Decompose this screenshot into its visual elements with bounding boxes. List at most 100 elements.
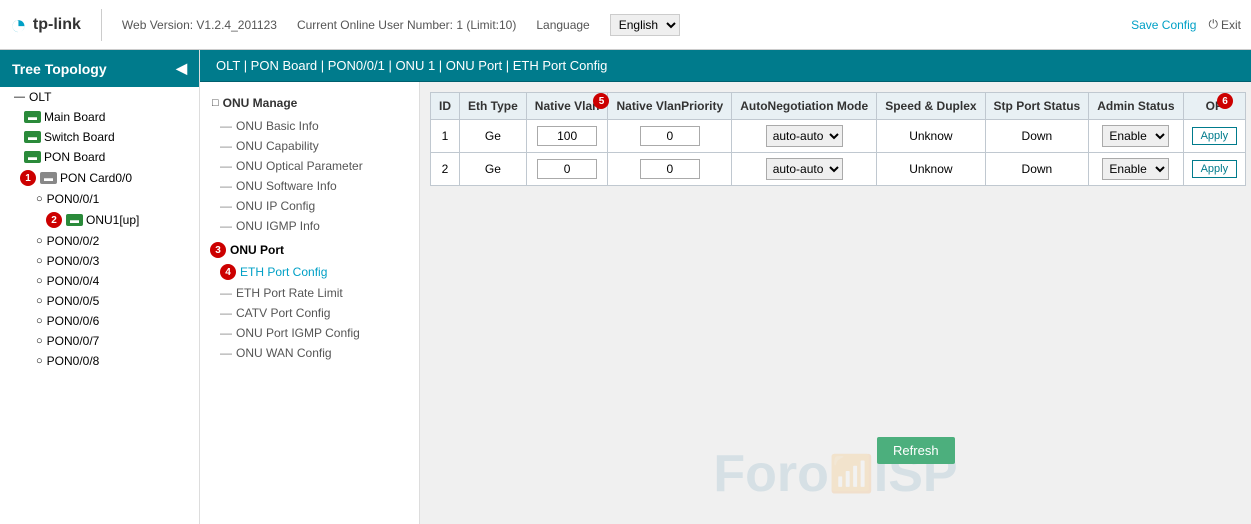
- col-id: ID: [431, 93, 460, 120]
- save-config-button[interactable]: Save Config: [1131, 18, 1196, 32]
- topbar-info: Web Version: V1.2.4_201123 Current Onlin…: [102, 14, 1131, 36]
- badge-6: 6: [1217, 93, 1233, 109]
- row1-vlan-priority-input[interactable]: [640, 126, 700, 146]
- dash-icon: ○: [36, 235, 43, 247]
- nav-catv-port[interactable]: ―CATV Port Config: [200, 303, 419, 323]
- dash-icon-7: ○: [36, 335, 43, 347]
- row2-eth-type: Ge: [460, 153, 527, 186]
- row2-auto-nego[interactable]: auto-auto 100-full 100-half 10-full 10-h…: [732, 153, 877, 186]
- sidebar-item-pon008[interactable]: ○ PON0/0/8: [0, 351, 199, 371]
- power-icon: ⏻: [1208, 17, 1218, 32]
- sidebar-item-pon003[interactable]: ○ PON0/0/3: [0, 251, 199, 271]
- logo-text: tp-link: [33, 16, 81, 34]
- sidebar-item-pon004[interactable]: ○ PON0/0/4: [0, 271, 199, 291]
- badge-2: 2: [46, 212, 62, 228]
- board-icon: ▬: [24, 111, 41, 123]
- sidebar-item-switch-board[interactable]: ▬ Switch Board: [0, 127, 199, 147]
- row1-admin-status[interactable]: Enable Disable: [1089, 120, 1183, 153]
- col-admin-status: Admin Status: [1089, 93, 1183, 120]
- watermark-wifi-icon: 📶: [829, 453, 874, 495]
- content-area: OLT | PON Board | PON0/0/1 | ONU 1 | ONU…: [200, 50, 1251, 524]
- row2-speed-duplex: Unknow: [877, 153, 985, 186]
- exit-button[interactable]: ⏻ Exit: [1208, 17, 1241, 32]
- row1-admin-select[interactable]: Enable Disable: [1102, 125, 1169, 147]
- table-row: 1 Ge auto-auto 100-full: [431, 120, 1246, 153]
- nav-onu-capability[interactable]: ―ONU Capability: [200, 136, 419, 156]
- expand-icon: ○: [36, 193, 43, 205]
- dash-icon-3: ○: [36, 255, 43, 267]
- row2-auto-nego-select[interactable]: auto-auto 100-full 100-half 10-full 10-h…: [766, 158, 843, 180]
- row1-native-vlan[interactable]: [526, 120, 608, 153]
- sidebar-title: Tree Topology: [12, 61, 107, 77]
- sidebar-item-onu1[interactable]: 2 ▬ ONU1[up]: [0, 209, 199, 231]
- row2-vlan-priority-input[interactable]: [640, 159, 700, 179]
- onu-port-section[interactable]: 3 ONU Port: [200, 236, 419, 261]
- nav-onu-wan[interactable]: ―ONU WAN Config: [200, 343, 419, 363]
- sidebar-item-pon007[interactable]: ○ PON0/0/7: [0, 331, 199, 351]
- nav-onu-optical[interactable]: ―ONU Optical Parameter: [200, 156, 419, 176]
- dash-icon-4: ○: [36, 275, 43, 287]
- nav-eth-port-rate[interactable]: ―ETH Port Rate Limit: [200, 283, 419, 303]
- onu-manage-label: ONU Manage: [223, 96, 298, 110]
- nav-eth-port-config[interactable]: 4 ETH Port Config: [200, 261, 419, 283]
- expand-icon: □: [212, 97, 219, 109]
- sidebar-item-pon-board[interactable]: ▬ PON Board: [0, 147, 199, 167]
- dash-icon-8: ○: [36, 355, 43, 367]
- col-native-vlan-priority: Native VlanPriority: [608, 93, 732, 120]
- dash-icon-6: ○: [36, 315, 43, 327]
- sidebar-item-pon005[interactable]: ○ PON0/0/5: [0, 291, 199, 311]
- nav-onu-ip[interactable]: ―ONU IP Config: [200, 196, 419, 216]
- row2-native-vlan-input[interactable]: [537, 159, 597, 179]
- refresh-button[interactable]: Refresh: [877, 437, 955, 464]
- onu-manage-section[interactable]: □ ONU Manage: [200, 90, 419, 116]
- watermark-foro: Foro: [713, 444, 829, 504]
- sidebar-item-pon006[interactable]: ○ PON0/0/6: [0, 311, 199, 331]
- col-eth-type: Eth Type: [460, 93, 527, 120]
- switch-icon: ▬: [24, 131, 41, 143]
- language-select[interactable]: English: [610, 14, 680, 36]
- sidebar-item-olt[interactable]: — OLT: [0, 87, 199, 107]
- pon-card-icon: ▬: [40, 172, 57, 184]
- onu-up-icon: ▬: [66, 214, 83, 226]
- row2-apply-button[interactable]: Apply: [1192, 160, 1238, 178]
- eth-port-config-table: ID Eth Type Native Vlan 5 Native VlanPri…: [430, 92, 1246, 186]
- onu-port-label: ONU Port: [230, 243, 284, 257]
- sidebar-collapse-button[interactable]: ◀: [176, 60, 187, 77]
- badge-4: 4: [220, 264, 236, 280]
- table-row: 2 Ge auto-auto 100-full: [431, 153, 1246, 186]
- col-speed-duplex: Speed & Duplex: [877, 93, 985, 120]
- row1-vlan-priority[interactable]: [608, 120, 732, 153]
- dash-icon-5: ○: [36, 295, 43, 307]
- row2-op[interactable]: Apply: [1183, 153, 1246, 186]
- row2-native-vlan[interactable]: [526, 153, 608, 186]
- logo-icon: ◔: [10, 9, 27, 41]
- row1-apply-button[interactable]: Apply: [1192, 127, 1238, 145]
- row2-vlan-priority[interactable]: [608, 153, 732, 186]
- nav-onu-port-igmp[interactable]: ―ONU Port IGMP Config: [200, 323, 419, 343]
- col-native-vlan: Native Vlan 5: [526, 93, 608, 120]
- sidebar-item-pon002[interactable]: ○ PON0/0/2: [0, 231, 199, 251]
- sidebar: Tree Topology ◀ — OLT ▬ Main Board ▬ Swi…: [0, 50, 200, 524]
- breadcrumb: OLT | PON Board | PON0/0/1 | ONU 1 | ONU…: [200, 50, 1251, 82]
- row1-id: 1: [431, 120, 460, 153]
- row2-admin-select[interactable]: Enable Disable: [1102, 158, 1169, 180]
- pon-board-icon: ▬: [24, 151, 41, 163]
- left-nav: □ ONU Manage ―ONU Basic Info ―ONU Capabi…: [200, 82, 420, 524]
- row2-stp-status: Down: [985, 153, 1089, 186]
- row1-speed-duplex: Unknow: [877, 120, 985, 153]
- row1-op[interactable]: Apply: [1183, 120, 1246, 153]
- row2-admin-status[interactable]: Enable Disable: [1089, 153, 1183, 186]
- col-op: OP 6: [1183, 93, 1246, 120]
- nav-onu-basic-info[interactable]: ―ONU Basic Info: [200, 116, 419, 136]
- nav-onu-software[interactable]: ―ONU Software Info: [200, 176, 419, 196]
- sidebar-item-main-board[interactable]: ▬ Main Board: [0, 107, 199, 127]
- topbar-right: Save Config ⏻ Exit: [1131, 17, 1241, 32]
- minus-icon: —: [14, 91, 25, 103]
- row1-auto-nego-select[interactable]: auto-auto 100-full 100-half 10-full 10-h…: [766, 125, 843, 147]
- sidebar-item-pon001[interactable]: ○ PON0/0/1: [0, 189, 199, 209]
- row1-eth-type: Ge: [460, 120, 527, 153]
- row1-native-vlan-input[interactable]: [537, 126, 597, 146]
- nav-onu-igmp[interactable]: ―ONU IGMP Info: [200, 216, 419, 236]
- sidebar-item-pon-card[interactable]: 1 ▬ PON Card0/0: [0, 167, 199, 189]
- row1-auto-nego[interactable]: auto-auto 100-full 100-half 10-full 10-h…: [732, 120, 877, 153]
